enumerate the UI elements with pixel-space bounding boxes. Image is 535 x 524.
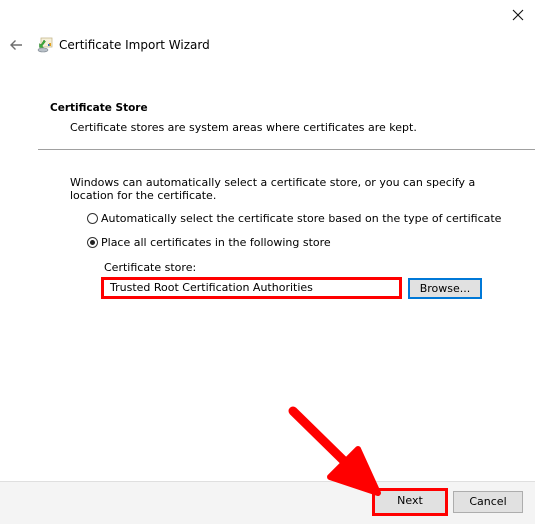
radio-auto-select-label: Automatically select the certificate sto…	[101, 212, 502, 225]
radio-button-unchecked[interactable]	[87, 213, 98, 224]
header-divider	[38, 149, 535, 150]
certificate-store-input[interactable]: Trusted Root Certification Authorities	[101, 277, 402, 299]
close-icon	[512, 9, 524, 21]
section-subtitle: Certificate stores are system areas wher…	[70, 121, 417, 134]
arrow-shaft	[288, 406, 348, 465]
back-button[interactable]	[8, 37, 24, 53]
radio-place-in-store[interactable]: Place all certificates in the following …	[87, 236, 331, 249]
radio-place-in-store-label: Place all certificates in the following …	[101, 236, 331, 249]
back-arrow-icon	[10, 40, 22, 50]
annotation-arrow	[0, 0, 535, 523]
certificate-store-label: Certificate store:	[104, 261, 197, 274]
window-title: Certificate Import Wizard	[59, 38, 210, 52]
close-button[interactable]	[511, 8, 525, 22]
next-button[interactable]: Next	[375, 491, 445, 513]
browse-button[interactable]: Browse...	[408, 278, 482, 299]
description-text: Windows can automatically select a certi…	[70, 176, 476, 202]
radio-button-checked[interactable]	[87, 237, 98, 248]
section-title: Certificate Store	[50, 102, 148, 114]
cancel-button[interactable]: Cancel	[453, 491, 523, 513]
certificate-import-icon	[37, 37, 53, 53]
radio-auto-select[interactable]: Automatically select the certificate sto…	[87, 212, 501, 225]
